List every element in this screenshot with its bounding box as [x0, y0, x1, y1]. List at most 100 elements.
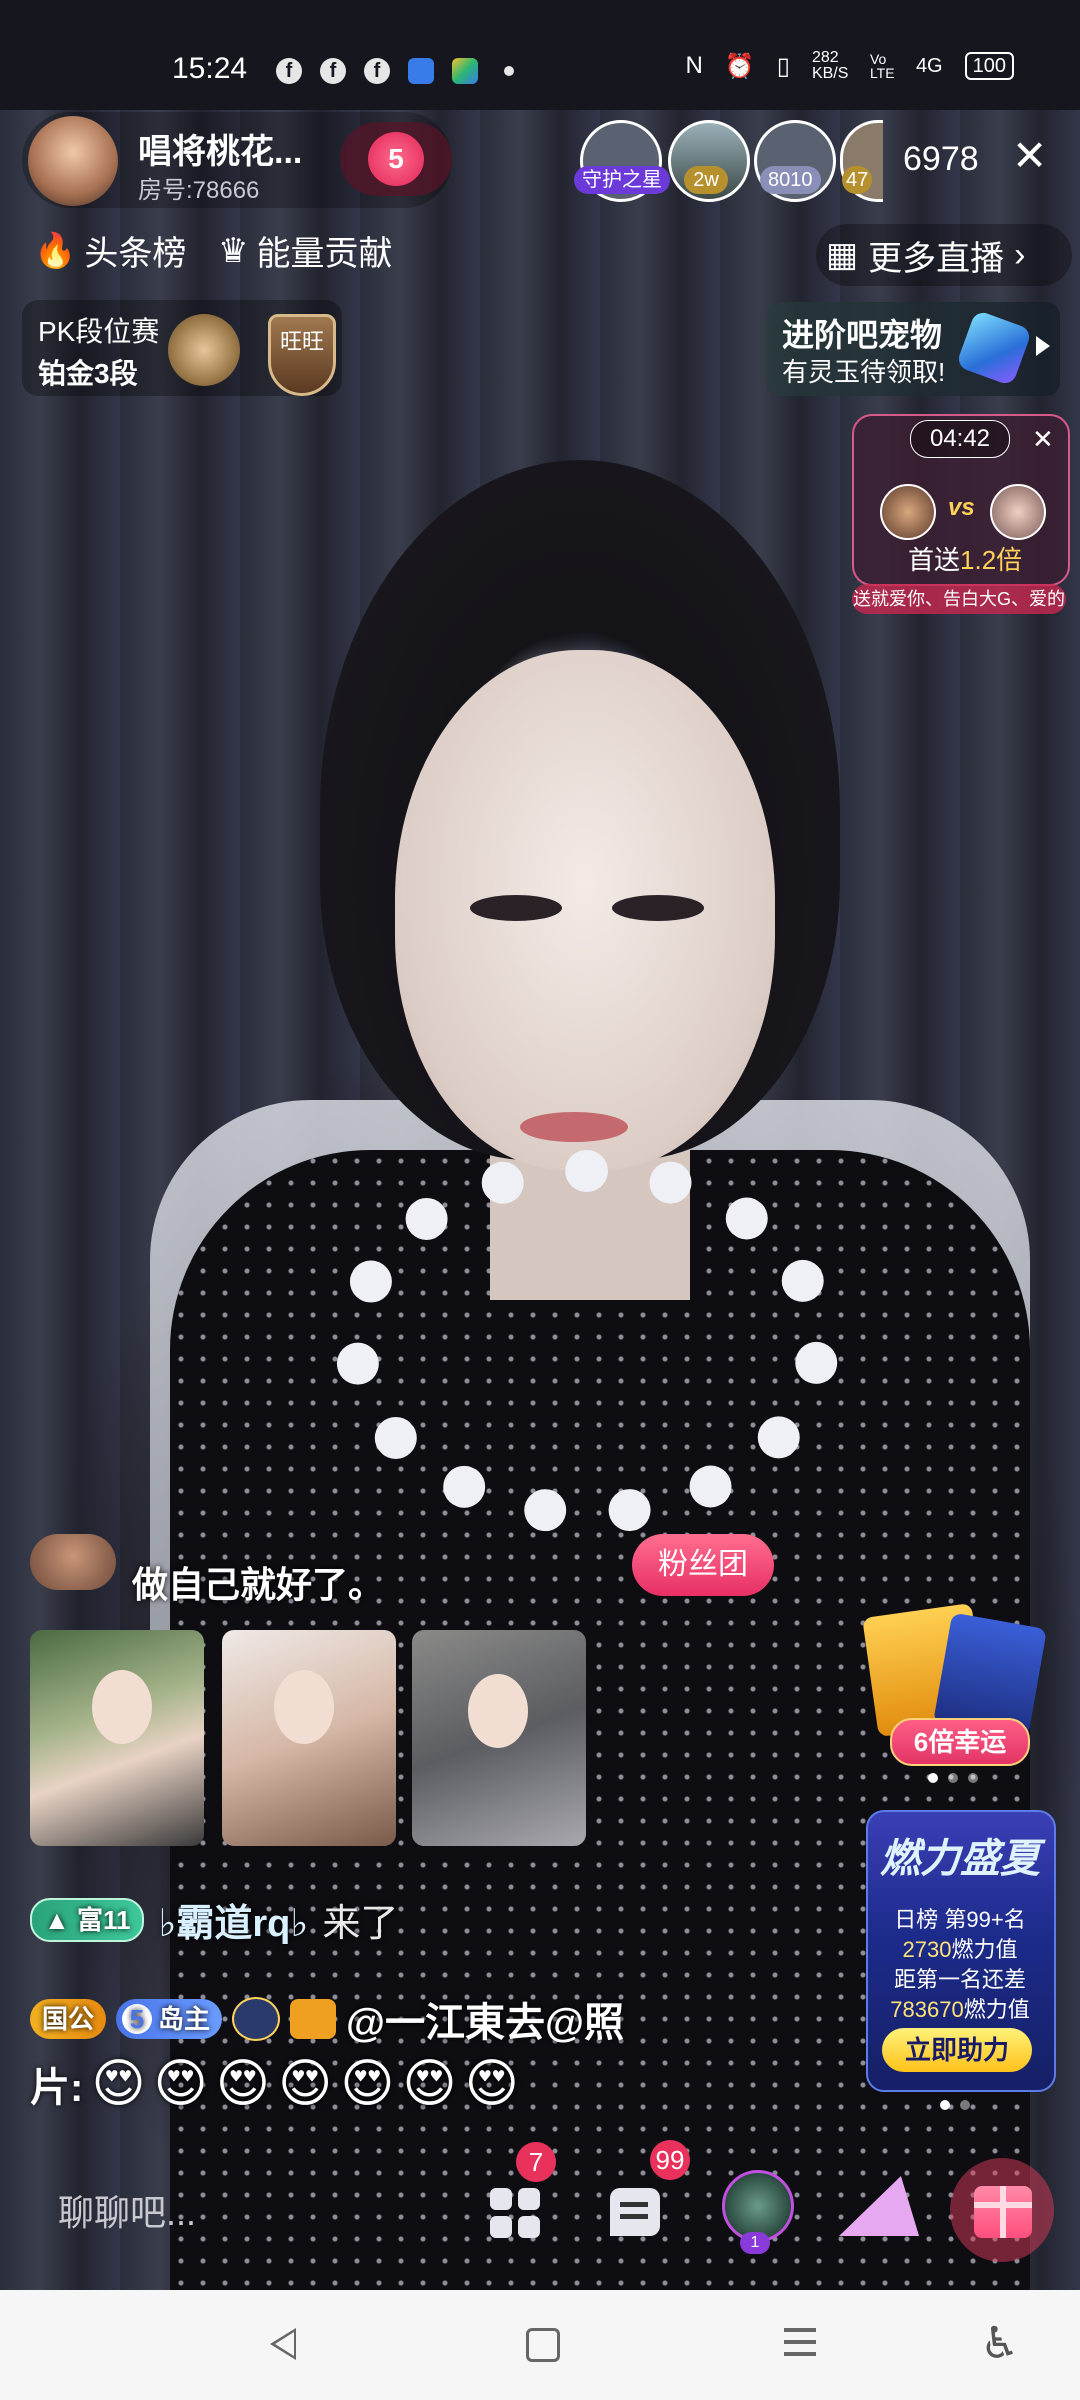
more-notifications-icon: [504, 66, 514, 76]
compass-badge-icon: [232, 1997, 281, 2041]
pk-host-avatar[interactable]: [880, 484, 936, 540]
stream-mouth: [520, 1112, 628, 1142]
gift-message-text: @一江東去@照: [346, 2001, 625, 2045]
grid-icon: ▦: [826, 236, 859, 274]
wealth-level-badge: ▲ 富11: [30, 1897, 145, 1942]
play-arrow-icon: [1036, 336, 1050, 356]
summer-gap-unit: 燃力值: [963, 1997, 1030, 2022]
boost-now-button[interactable]: 立即助力: [882, 2028, 1032, 2072]
status-time: 15:24: [172, 52, 248, 85]
chat-photo[interactable]: [222, 1630, 396, 1846]
chat-input[interactable]: 聊聊吧...: [30, 2178, 478, 2248]
host-avatar[interactable]: [28, 116, 118, 206]
heart-eyes-emoji: 😍: [91, 2055, 146, 2113]
stream-face: [395, 650, 775, 1170]
close-icon[interactable]: ✕: [1012, 134, 1047, 178]
fan-level-badge: 5 岛主: [116, 1999, 223, 2039]
back-icon[interactable]: [270, 2328, 296, 2360]
energy-contribution-link[interactable]: ♛ 能量贡献: [218, 226, 392, 275]
user-join-message: ▲ 富11 ♭霸道rq♭ 来了: [30, 1892, 398, 1947]
chat-photo[interactable]: [412, 1630, 586, 1846]
heart-wings-icon[interactable]: 5: [368, 132, 424, 186]
photo-face: [274, 1670, 334, 1744]
carousel-dot: [928, 1773, 938, 1783]
join-username[interactable]: ♭霸道rq♭: [158, 1892, 308, 1947]
fan-club-shield-badge[interactable]: 旺旺: [268, 314, 336, 396]
stream-collar: [335, 1150, 839, 1534]
accessibility-icon[interactable]: ♿: [980, 2318, 1019, 2369]
more-live-label: 更多直播: [868, 239, 1005, 278]
apps-badge: 7: [516, 2142, 556, 2182]
recent-apps-icon[interactable]: [784, 2328, 816, 2332]
viewer-tag: 守护之星: [574, 166, 670, 194]
fan-level-number: 5: [122, 2004, 153, 2034]
gift-message-line2: 片: 😍 😍 😍 😍 😍 😍 😍: [30, 2054, 519, 2114]
message-icon[interactable]: [610, 2188, 660, 2236]
pet-banner-title: 进阶吧宠物: [782, 317, 943, 353]
photo-face: [92, 1670, 152, 1744]
battery-indicator: 100: [964, 52, 1014, 80]
status-right: N ⏰ ▯ 282 KB/S Vo LTE 4G 100: [685, 50, 1014, 82]
lucky-cards-widget[interactable]: [862, 1600, 1047, 1740]
heart-eyes-emoji: 😍: [340, 2055, 395, 2113]
fan-title: 岛主: [158, 2004, 211, 2034]
home-icon[interactable]: [526, 2328, 560, 2362]
stream-eye-right: [612, 895, 704, 921]
pk-timer: 04:42: [910, 420, 1010, 458]
pk-season-title: PK段位赛: [38, 316, 160, 347]
viewer-count[interactable]: 6978: [903, 140, 979, 179]
carousel-dot: [948, 1773, 958, 1783]
summer-gap-label: 距第一名还差: [893, 1967, 1026, 1992]
pk-vs-label: vs: [948, 494, 975, 521]
pk-marquee: 送就爱你、告白大G、爱的: [852, 584, 1066, 614]
photo-face: [468, 1674, 528, 1748]
headline-rank-link[interactable]: 🔥 头条榜: [34, 226, 186, 275]
heart-eyes-emoji: 😍: [153, 2055, 208, 2113]
pk-first-gift-text: 首送1.2倍: [908, 540, 1022, 577]
more-live-button[interactable]: ▦ 更多直播 ›: [816, 224, 1072, 286]
carousel-dots: [940, 2100, 970, 2110]
carousel-dots: [928, 1773, 978, 1783]
viewer-tag: 8010: [760, 166, 821, 194]
close-icon[interactable]: ✕: [1032, 424, 1054, 455]
heart-eyes-emoji: 😍: [464, 2055, 519, 2113]
messages-badge: 99: [650, 2140, 690, 2180]
flame-icon: 🔥: [34, 231, 77, 270]
apps-grid-icon[interactable]: [490, 2188, 540, 2238]
summer-rank-prefix: 日榜: [894, 1907, 945, 1932]
chat-user-avatar[interactable]: [30, 1534, 116, 1590]
fans-club-button[interactable]: 粉丝团: [632, 1534, 774, 1596]
stream-eye-left: [470, 895, 562, 921]
heart-eyes-emoji: 😍: [215, 2055, 270, 2113]
lucky-multiplier-label[interactable]: 6倍幸运: [890, 1718, 1030, 1766]
pet-banner-subtitle: 有灵玉待领取!: [782, 357, 946, 387]
pk-season-rank: 铂金3段: [38, 358, 138, 389]
noble-badge: 国公: [30, 1999, 107, 2039]
facebook-icon: f: [276, 58, 302, 84]
headline-rank-label: 头条榜: [84, 235, 187, 273]
app-store-icon: [408, 58, 434, 84]
facebook-icon: f: [364, 58, 390, 84]
summer-value-num: 2730: [902, 1937, 952, 1962]
summer-gap-num: 783670: [890, 1997, 964, 2022]
photos-app-icon: [452, 58, 478, 84]
summer-event-title: 燃力盛夏: [880, 1837, 1040, 1881]
summer-value-unit: 燃力值: [951, 1937, 1018, 1962]
chevron-right-icon: ›: [1014, 235, 1026, 274]
carousel-dot: [940, 2100, 950, 2110]
chat-message: 做自己就好了。: [132, 1564, 385, 1605]
crown-icon: ♛: [218, 231, 249, 270]
pk-first-gift-multiplier: 1.2倍: [960, 545, 1023, 575]
facebook-icon: f: [320, 58, 346, 84]
viewer-tag: 2w: [684, 166, 728, 194]
pk-first-gift-prefix: 首送: [908, 545, 961, 575]
join-action: 来了: [322, 1903, 399, 1945]
chat-photo[interactable]: [30, 1630, 204, 1846]
pk-opponent-avatar[interactable]: [990, 484, 1046, 540]
carousel-dot: [960, 2100, 970, 2110]
heart-eyes-emoji: 😍: [277, 2055, 333, 2113]
pk-medal-icon: [168, 314, 240, 386]
vibrate-icon: ▯: [776, 52, 790, 80]
room-number: 房号:78666: [138, 177, 260, 204]
gift-icon: [974, 2186, 1032, 2238]
